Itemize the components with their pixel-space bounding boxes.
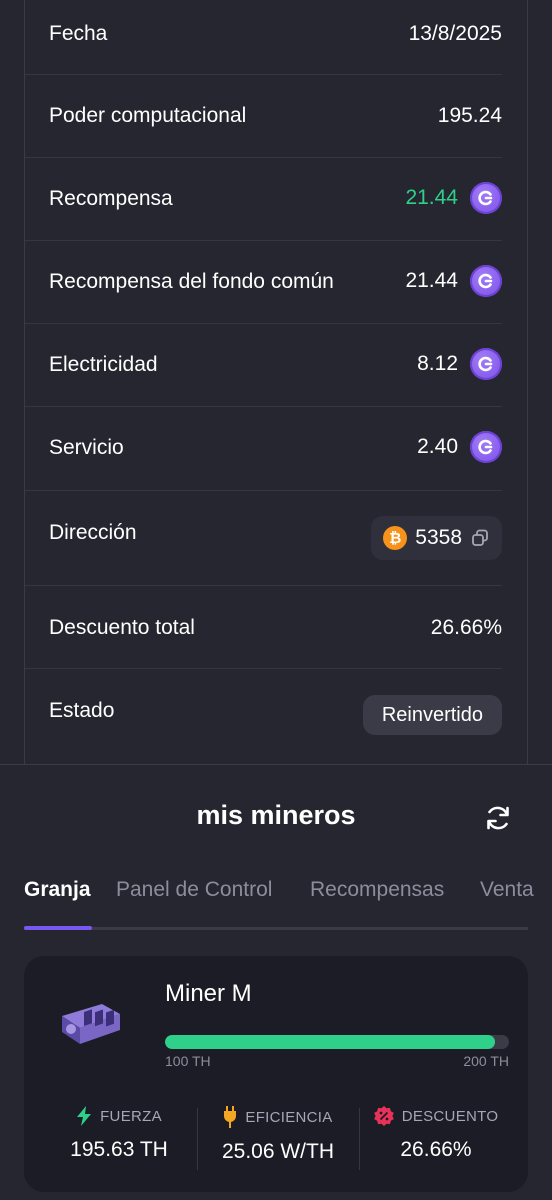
address-pill[interactable]: ₿ 5358 [371, 516, 502, 560]
gomining-coin-icon [470, 182, 502, 214]
detail-label: Recompensa del fondo común [49, 270, 334, 293]
section-title: mis mineros [196, 800, 356, 830]
detail-row-pool-reward: Recompensa del fondo común 21.44 [25, 241, 502, 324]
tab-sale[interactable]: Venta [480, 878, 534, 902]
stat-label: DESCUENTO [401, 1107, 499, 1125]
tab-rewards[interactable]: Recompensas [310, 878, 444, 902]
detail-value-wrap: 21.44 [405, 265, 502, 297]
detail-value-wrap: 21.44 [405, 182, 502, 214]
tab-farm[interactable]: Granja [24, 878, 91, 902]
detail-value: 26.66% [430, 616, 502, 639]
gomining-coin-icon [470, 265, 502, 297]
detail-label: Servicio [49, 436, 124, 459]
pool-reward-value: 21.44 [405, 269, 458, 292]
address-value: 5358 [415, 526, 462, 549]
detail-row-electricity: Electricidad 8.12 [25, 324, 502, 407]
range-max-label: 200 TH [463, 1053, 509, 1069]
miner-device-icon [62, 1004, 120, 1044]
detail-value-wrap: 8.12 [417, 348, 502, 380]
detail-label: Estado [49, 699, 115, 722]
status-badge: Reinvertido [362, 695, 502, 735]
detail-label: Electricidad [49, 353, 158, 376]
tab-active-indicator [24, 926, 92, 930]
stat-efficiency: EFICIENCIA 25.06 W/TH [195, 1106, 361, 1164]
detail-label: Recompensa [49, 187, 173, 210]
detail-row-service: Servicio 2.40 [25, 407, 502, 491]
detail-value-wrap: 2.40 [417, 431, 502, 463]
detail-row-reward: Recompensa 21.44 [25, 158, 502, 241]
gomining-coin-icon [470, 348, 502, 380]
service-value: 2.40 [417, 435, 458, 458]
bitcoin-icon: ₿ [383, 526, 408, 550]
hashpower-progress-fill [165, 1035, 496, 1049]
stat-label: FUERZA [100, 1107, 162, 1125]
detail-value: 195.24 [437, 104, 502, 127]
stat-value: 26.66% [400, 1138, 472, 1161]
detail-value: 13/8/2025 [408, 22, 502, 45]
detail-row-hashpower: Poder computacional 195.24 [25, 75, 502, 158]
detail-label: Poder computacional [49, 104, 247, 127]
plug-icon [224, 1106, 237, 1128]
stat-power: FUERZA 195.63 TH [36, 1106, 202, 1162]
range-min-label: 100 TH [165, 1053, 211, 1069]
electricity-value: 8.12 [417, 352, 458, 375]
gomining-coin-icon [470, 431, 502, 463]
detail-row-total-discount: Descuento total 26.66% [25, 586, 502, 669]
detail-label: Fecha [49, 22, 108, 45]
reward-value: 21.44 [405, 186, 458, 209]
section-divider [0, 764, 552, 765]
detail-label: Descuento total [49, 616, 195, 639]
stat-value: 195.63 TH [70, 1138, 168, 1161]
stat-value: 25.06 W/TH [221, 1140, 335, 1163]
tab-track [24, 927, 528, 930]
detail-row-date: Fecha 13/8/2025 [25, 0, 502, 75]
miner-card[interactable]: Miner M 100 TH 200 TH FUERZA 195.63 TH E… [24, 956, 528, 1192]
miner-name: Miner M [165, 980, 252, 1007]
copy-icon[interactable] [470, 528, 490, 548]
stat-label: EFICIENCIA [245, 1108, 333, 1126]
stat-discount: DESCUENTO 26.66% [353, 1106, 519, 1162]
detail-label: Dirección [49, 521, 137, 544]
refresh-icon[interactable] [482, 802, 514, 834]
bolt-icon [77, 1106, 92, 1126]
tab-dashboard[interactable]: Panel de Control [116, 878, 272, 902]
discount-icon [373, 1106, 394, 1126]
hashpower-progress-bar [165, 1035, 509, 1049]
